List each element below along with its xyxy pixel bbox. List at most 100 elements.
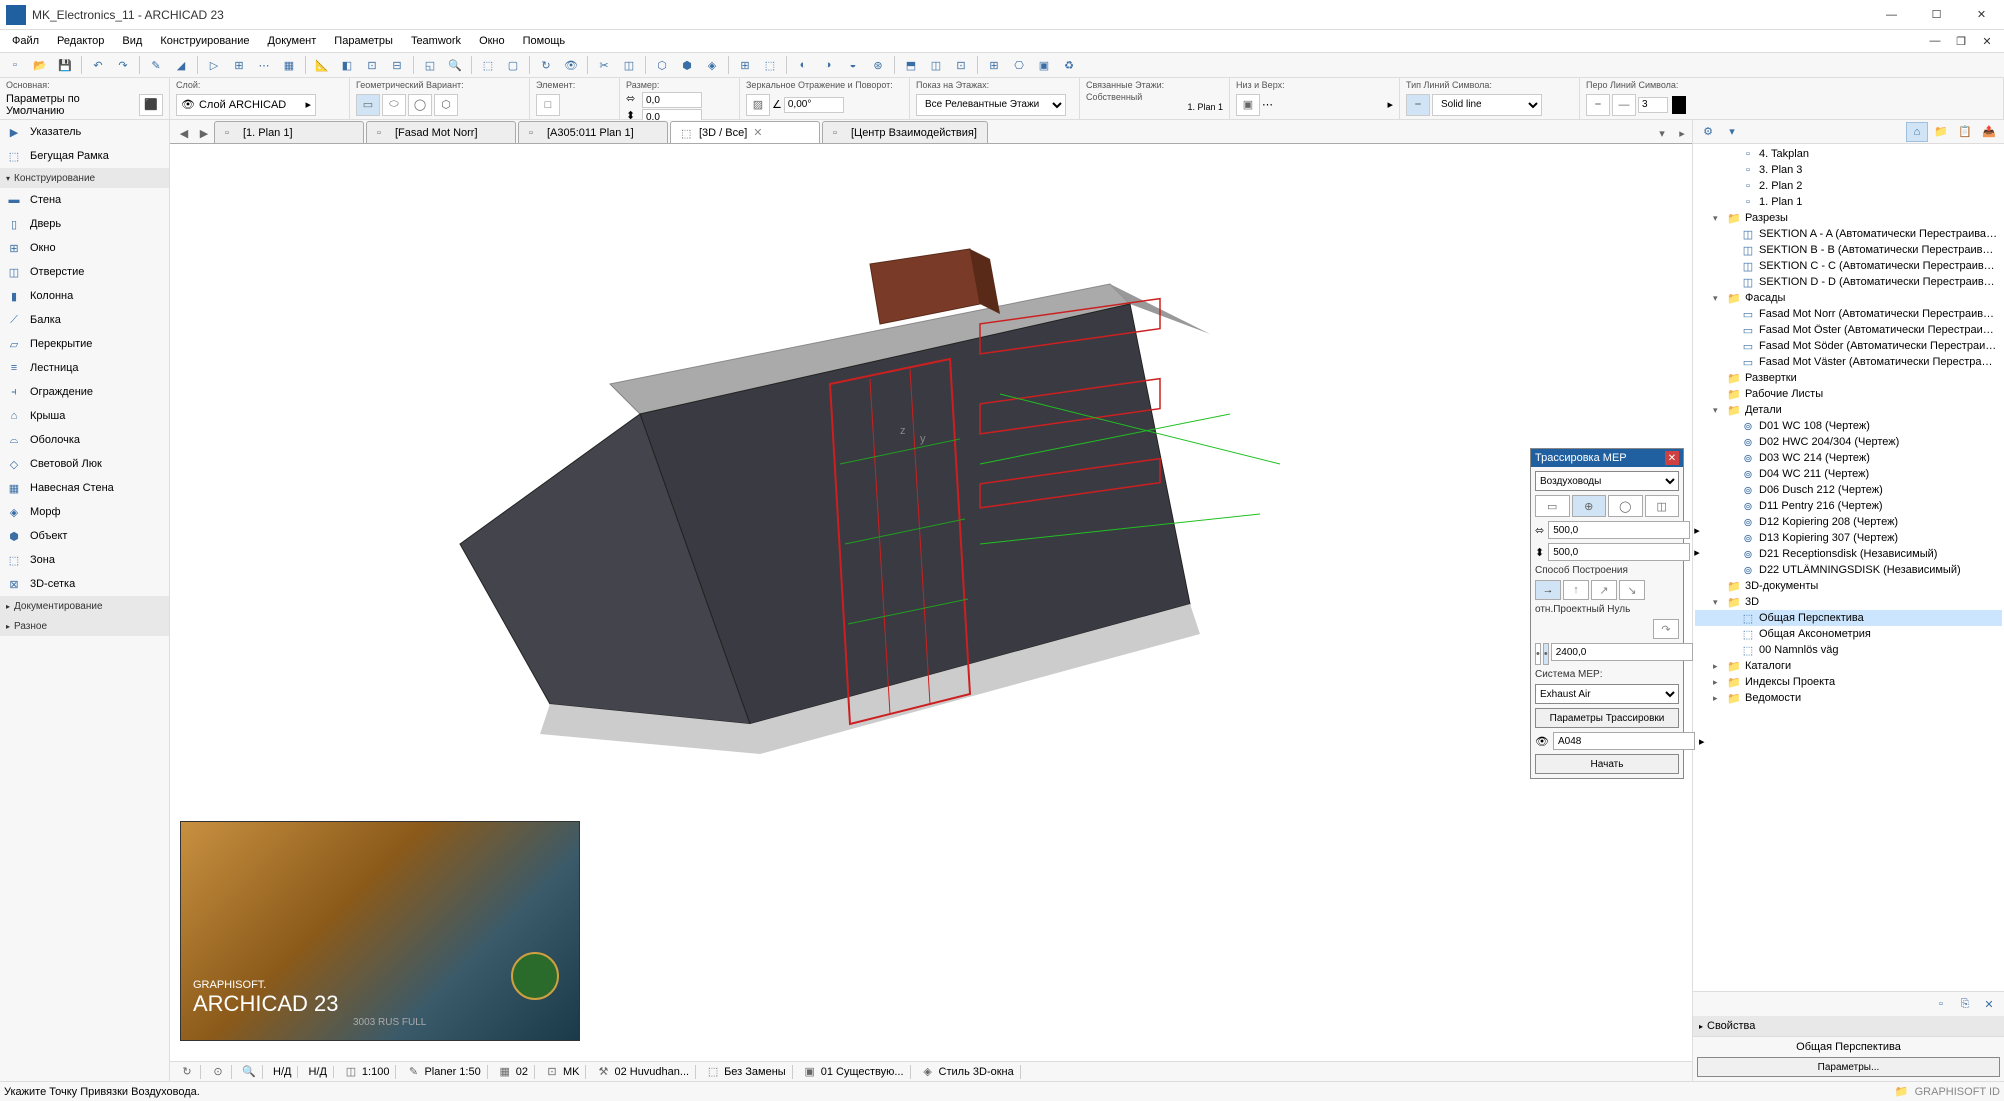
menu-help[interactable]: Помощь xyxy=(515,33,574,49)
mep-dir-right[interactable]: → xyxy=(1535,580,1561,600)
qo-exist[interactable]: ▣01 Существую... xyxy=(797,1065,911,1079)
grid-icon[interactable]: ▦ xyxy=(278,54,300,76)
status-brand[interactable]: GRAPHISOFT ID xyxy=(1915,1086,2000,1098)
select-icon[interactable]: ◱ xyxy=(419,54,441,76)
qo-override[interactable]: ⬚Без Замены xyxy=(700,1065,793,1079)
geom-btn1[interactable]: ▭ xyxy=(356,94,380,116)
ext9-icon[interactable]: ⊛ xyxy=(867,54,889,76)
tree-item[interactable]: ⊚D21 Receptionsdisk (Независимый) xyxy=(1695,546,2002,562)
tool-stair[interactable]: ≡Лестница xyxy=(0,356,169,380)
close-button[interactable]: ✕ xyxy=(1959,0,2004,30)
tab-3d[interactable]: ⬚[3D / Все]✕ xyxy=(670,121,820,143)
nav-del-icon[interactable]: ✕ xyxy=(1978,994,2000,1014)
tab-interact[interactable]: ▫[Центр Взаимодействия] xyxy=(822,121,988,143)
pen-color-swatch[interactable] xyxy=(1672,96,1686,114)
mep-dir-up[interactable]: ↑ xyxy=(1563,580,1589,600)
tab-next[interactable]: ▶ xyxy=(194,123,214,143)
tree-toggle-icon[interactable]: ▸ xyxy=(1713,661,1723,672)
pen-input[interactable] xyxy=(1638,97,1668,113)
tree-toggle-icon[interactable]: ▾ xyxy=(1713,213,1723,224)
tab-a305[interactable]: ▫[A305:011 Plan 1] xyxy=(518,121,668,143)
qo-reno[interactable]: ⚒02 Huvudhan... xyxy=(590,1065,696,1079)
new-icon[interactable]: ▫ xyxy=(4,54,26,76)
snap-icon[interactable]: ⊞ xyxy=(228,54,250,76)
nav-tree[interactable]: ▫4. Takplan▫3. Plan 3▫2. Plan 2▫1. Plan … xyxy=(1693,144,2004,991)
ext1-icon[interactable]: ⬡ xyxy=(651,54,673,76)
ext4-icon[interactable]: ⊞ xyxy=(734,54,756,76)
menu-edit[interactable]: Редактор xyxy=(49,33,112,49)
tree-item[interactable]: ◫SEKTION A - A (Автоматически Перестраив… xyxy=(1695,226,2002,242)
geom-btn4[interactable]: ⬡ xyxy=(434,94,458,116)
ext16-icon[interactable]: ♻ xyxy=(1058,54,1080,76)
linetype-icon[interactable]: ⎯ xyxy=(1406,94,1430,116)
tool-beam[interactable]: ⟋Балка xyxy=(0,308,169,332)
group-misc[interactable]: Разное xyxy=(0,616,169,636)
tree-item[interactable]: ⊚D01 WC 108 (Чертеж) xyxy=(1695,418,2002,434)
measure-icon[interactable]: 📐 xyxy=(311,54,333,76)
tree-item[interactable]: 📁Развертки xyxy=(1695,370,2002,386)
tool-door[interactable]: ▯Дверь xyxy=(0,212,169,236)
tree-item[interactable]: ⊚D22 UTLÄMNINGSDISK (Независимый) xyxy=(1695,562,2002,578)
explore-icon[interactable]: 👁 xyxy=(560,54,582,76)
pen-icon1[interactable]: ⎯ xyxy=(1586,94,1610,116)
tool-object[interactable]: ⬢Объект xyxy=(0,524,169,548)
open-icon[interactable]: 📂 xyxy=(29,54,51,76)
group-document[interactable]: Документирование xyxy=(0,596,169,616)
qo-mvo[interactable]: ▦02 xyxy=(492,1065,535,1079)
tree-item[interactable]: ▸📁Каталоги xyxy=(1695,658,2002,674)
tool-arrow[interactable]: ▶Указатель xyxy=(0,120,169,144)
tree-toggle-icon[interactable]: ▸ xyxy=(1713,677,1723,688)
ext12-icon[interactable]: ⊡ xyxy=(950,54,972,76)
menu-file[interactable]: Файл xyxy=(4,33,47,49)
show3d-icon[interactable]: ⬚ xyxy=(477,54,499,76)
geom-btn3[interactable]: ◯ xyxy=(408,94,432,116)
layer-combo[interactable]: 👁 Слой ARCHICAD ▸ xyxy=(176,94,316,116)
tree-toggle-icon[interactable]: ▾ xyxy=(1713,293,1723,304)
tree-item[interactable]: ▾📁Фасады xyxy=(1695,290,2002,306)
align-icon[interactable]: ⊟ xyxy=(386,54,408,76)
tree-item[interactable]: ⊚D11 Pentry 216 (Чертеж) xyxy=(1695,498,2002,514)
3d-viewport[interactable]: z y GRAPHISOFT. ARCHICAD 23 3003 RUS FUL… xyxy=(170,144,1692,1061)
tree-item[interactable]: ▭Fasad Mot Norr (Автоматически Перестраи… xyxy=(1695,306,2002,322)
ext7-icon[interactable]: ◑ xyxy=(817,54,839,76)
ext2-icon[interactable]: ⬢ xyxy=(676,54,698,76)
element-btn[interactable]: □ xyxy=(536,94,560,116)
geom-btn2[interactable]: ⬭ xyxy=(382,94,406,116)
tool-morph[interactable]: ◈Морф xyxy=(0,500,169,524)
minimize-button[interactable]: — xyxy=(1869,0,1914,30)
menu-restore-icon[interactable]: ❐ xyxy=(1948,31,1974,51)
trace-icon[interactable]: ◧ xyxy=(336,54,358,76)
tool-curtainwall[interactable]: ▦Навесная Стена xyxy=(0,476,169,500)
tool-opening[interactable]: ◫Отверстие xyxy=(0,260,169,284)
tool-railing[interactable]: ⫞Ограждение xyxy=(0,380,169,404)
tree-item[interactable]: ⬚Общая Перспектива xyxy=(1695,610,2002,626)
tree-toggle-icon[interactable]: ▾ xyxy=(1713,405,1723,416)
pen-icon2[interactable]: ― xyxy=(1612,94,1636,116)
tree-item[interactable]: ▭Fasad Mot Väster (Автоматически Перестр… xyxy=(1695,354,2002,370)
default-settings-icon[interactable]: ⬛ xyxy=(139,94,163,116)
find-icon[interactable]: 🔍 xyxy=(444,54,466,76)
marquee3d-icon[interactable]: ◫ xyxy=(618,54,640,76)
nav-layout-book-icon[interactable]: 📋 xyxy=(1954,122,1976,142)
qo-3dstyle[interactable]: ◈Стиль 3D-окна xyxy=(915,1065,1021,1079)
mep-start-button[interactable]: Начать xyxy=(1535,754,1679,774)
status-folder-icon[interactable]: 📁 xyxy=(1895,1085,1909,1098)
ext14-icon[interactable]: ⎔ xyxy=(1008,54,1030,76)
tab-new[interactable]: ▸ xyxy=(1672,123,1692,143)
mep-tab4[interactable]: ◫ xyxy=(1645,495,1680,517)
menu-options[interactable]: Параметры xyxy=(326,33,401,49)
tree-item[interactable]: ▸📁Ведомости xyxy=(1695,690,2002,706)
tool-roof[interactable]: ⌂Крыша xyxy=(0,404,169,428)
tree-item[interactable]: ▭Fasad Mot Söder (Автоматически Перестра… xyxy=(1695,338,2002,354)
tree-toggle-icon[interactable]: ▸ xyxy=(1713,693,1723,704)
qo-zoom[interactable]: 🔍 xyxy=(236,1065,263,1079)
orbit-icon[interactable]: ↻ xyxy=(535,54,557,76)
qo-go[interactable]: ⊡MK xyxy=(539,1065,587,1079)
redo-icon[interactable]: ↷ xyxy=(112,54,134,76)
qo-fit[interactable]: ⊙ xyxy=(205,1065,232,1079)
mep-dir-upright[interactable]: ↗ xyxy=(1591,580,1617,600)
mep-dir-down[interactable]: ↘ xyxy=(1619,580,1645,600)
tree-item[interactable]: ▾📁Детали xyxy=(1695,402,2002,418)
menu-design[interactable]: Конструирование xyxy=(152,33,257,49)
tool-mesh[interactable]: ⊠3D-сетка xyxy=(0,572,169,596)
